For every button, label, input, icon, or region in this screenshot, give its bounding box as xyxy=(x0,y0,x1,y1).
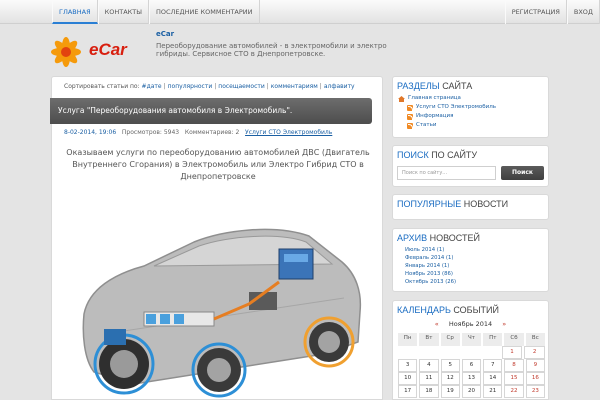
news-archive-widget: АРХИВ НОВОСТЕЙ Июль 2014 (1) Февраль 201… xyxy=(392,228,549,292)
search-input[interactable]: Поиск по сайту... xyxy=(397,166,496,180)
logo-flower-icon[interactable] xyxy=(50,36,82,68)
post-title-bar: Услуга "Переоборудования автомобиля в Эл… xyxy=(50,98,372,124)
events-calendar-widget: КАЛЕНДАРЬ СОБЫТИЙ « Ноябрь 2014 » Пн Вт Ср… xyxy=(392,300,549,400)
calendar-day[interactable]: 13 xyxy=(461,372,482,385)
calendar-day[interactable]: 9 xyxy=(525,359,545,372)
site-name-link[interactable]: eCar xyxy=(156,30,174,38)
archive-item[interactable]: Ноябрь 2013 (86) xyxy=(405,271,453,277)
calendar-day xyxy=(398,346,417,359)
main-content: Сортировать статьи по: #дате | популярност… xyxy=(50,76,383,400)
widget-title: АРХИВ НОВОСТЕЙ xyxy=(397,233,480,243)
calendar-weekday: Чт xyxy=(461,333,482,346)
post-date: 8-02-2014, 19:06 xyxy=(64,129,117,136)
sort-by-date[interactable]: #дате xyxy=(142,83,162,90)
post-views: Просмотров: 5943 xyxy=(121,129,180,136)
calendar-week: 17 18 19 20 21 22 23 xyxy=(397,385,546,398)
popular-news-widget: ПОПУЛЯРНЫЕ НОВОСТИ xyxy=(392,194,549,220)
calendar-week: 12 xyxy=(397,346,546,359)
electric-car-cutaway-image xyxy=(82,228,362,398)
calendar-weekday: Ср xyxy=(440,333,460,346)
calendar-day[interactable]: 12 xyxy=(440,372,460,385)
archive-item[interactable]: Февраль 2014 (1) xyxy=(405,255,453,261)
post-category-link[interactable]: Услуги СТО Электромобиль xyxy=(245,129,332,136)
calendar-weekday: Пт xyxy=(483,333,503,346)
rss-icon xyxy=(407,104,413,111)
home-icon xyxy=(398,95,405,102)
nav-home[interactable]: ГЛАВНАЯ xyxy=(52,0,98,24)
calendar-day[interactable]: 14 xyxy=(483,372,503,385)
calendar-weekday: Вс xyxy=(525,333,545,346)
calendar-day[interactable]: 18 xyxy=(419,385,439,398)
calendar-day xyxy=(460,346,479,359)
post-title[interactable]: Услуга "Переоборудования автомобиля в Эл… xyxy=(58,106,292,115)
calendar-day xyxy=(439,346,458,359)
section-home[interactable]: Главная страница xyxy=(398,94,548,103)
calendar-week: 3456789 xyxy=(397,359,546,372)
calendar-day[interactable]: 10 xyxy=(398,372,418,385)
nav-last-comments[interactable]: ПОСЛЕДНИЕ КОММЕНТАРИИ xyxy=(148,0,260,24)
sort-by-alphabet[interactable]: алфавиту xyxy=(324,83,355,90)
user-menu: РЕГИСТРАЦИЯ ВХОД xyxy=(504,0,600,24)
rss-icon xyxy=(407,122,413,129)
calendar-day[interactable]: 23 xyxy=(525,385,545,398)
widget-title: РАЗДЕЛЫ САЙТА xyxy=(397,81,473,91)
calendar-day[interactable]: 2 xyxy=(524,346,546,359)
calendar-day[interactable]: 22 xyxy=(504,385,524,398)
widget-title[interactable]: ПОПУЛЯРНЫЕ НОВОСТИ xyxy=(393,195,548,212)
calendar-next-button[interactable]: » xyxy=(502,320,506,328)
sort-by-comments[interactable]: комментариям xyxy=(271,83,318,90)
calendar-weekday: Пн xyxy=(398,333,418,346)
calendar-weekday: Сб xyxy=(504,333,524,346)
section-information[interactable]: Информация xyxy=(398,112,548,121)
nav-login[interactable]: ВХОД xyxy=(566,0,600,24)
calendar-day[interactable]: 6 xyxy=(461,359,482,372)
calendar-day xyxy=(419,346,438,359)
sort-bar: Сортировать статьи по: #дате | популярност… xyxy=(64,83,355,90)
calendar-prev-button[interactable]: « xyxy=(435,320,439,328)
sort-by-views[interactable]: посещаемости xyxy=(218,83,265,90)
calendar-day[interactable]: 1 xyxy=(501,346,523,359)
nav-register[interactable]: РЕГИСТРАЦИЯ xyxy=(504,0,567,24)
search-widget: ПОИСК ПО САЙТУ Поиск по сайту... Поиск xyxy=(392,145,549,187)
post-comments: Комментариев: 2 xyxy=(184,129,240,136)
archive-item[interactable]: Октябрь 2013 (26) xyxy=(405,279,456,285)
calendar-day[interactable]: 7 xyxy=(483,359,503,372)
calendar-month: Ноябрь 2014 xyxy=(448,320,493,328)
calendar-day[interactable]: 3 xyxy=(398,359,418,372)
post-body: Оказываем услуги по переоборудованию авт… xyxy=(66,148,370,181)
calendar-week: 10 11 12 13 14 15 16 xyxy=(397,372,546,385)
section-services[interactable]: Услуги СТО Электромобиль xyxy=(398,103,548,112)
sort-label: Сортировать статьи по: xyxy=(64,83,140,90)
calendar-month-nav: « Ноябрь 2014 » xyxy=(393,320,548,328)
calendar-day[interactable]: 5 xyxy=(440,359,460,372)
widget-title: ПОИСК ПО САЙТУ xyxy=(397,150,478,160)
calendar-weekday: Вт xyxy=(419,333,439,346)
archive-item[interactable]: Январь 2014 (1) xyxy=(405,263,449,269)
sort-by-popularity[interactable]: популярности xyxy=(168,83,213,90)
search-button[interactable]: Поиск xyxy=(501,166,544,180)
top-navigation-bar: ГЛАВНАЯ КОНТАКТЫ ПОСЛЕДНИЕ КОММЕНТАРИИ Р… xyxy=(0,0,600,24)
nav-contacts[interactable]: КОНТАКТЫ xyxy=(97,0,149,24)
calendar-day[interactable]: 15 xyxy=(504,372,524,385)
main-menu: ГЛАВНАЯ КОНТАКТЫ ПОСЛЕДНИЕ КОММЕНТАРИИ xyxy=(52,0,260,24)
section-articles[interactable]: Статьи xyxy=(398,121,548,130)
calendar-day[interactable]: 20 xyxy=(461,385,482,398)
site-sections-widget: РАЗДЕЛЫ САЙТА Главная страница Услуги СТ… xyxy=(392,76,549,138)
calendar-day[interactable]: 17 xyxy=(398,385,418,398)
calendar-day xyxy=(481,346,500,359)
widget-title: КАЛЕНДАРЬ СОБЫТИЙ xyxy=(397,305,499,315)
calendar-grid: Пн Вт Ср Чт Пт Сб Вс 1 2 3 4 5 6 7 8 9 10 11 12 13 14 15 16 17 1… xyxy=(397,333,546,398)
site-description: Переоборудование автомобилей - в электро… xyxy=(156,42,387,58)
calendar-day[interactable]: 19 xyxy=(440,385,460,398)
post-meta: 8-02-2014, 19:06 Просмотров: 5943 Коммен… xyxy=(64,129,332,136)
calendar-day[interactable]: 21 xyxy=(483,385,503,398)
calendar-day[interactable]: 16 xyxy=(525,372,545,385)
logo-text[interactable]: eCar xyxy=(89,40,127,60)
rss-icon xyxy=(407,113,413,120)
calendar-day[interactable]: 8 xyxy=(504,359,524,372)
calendar-day[interactable]: 11 xyxy=(419,372,439,385)
archive-item[interactable]: Июль 2014 (1) xyxy=(405,247,444,253)
calendar-day[interactable]: 4 xyxy=(419,359,439,372)
